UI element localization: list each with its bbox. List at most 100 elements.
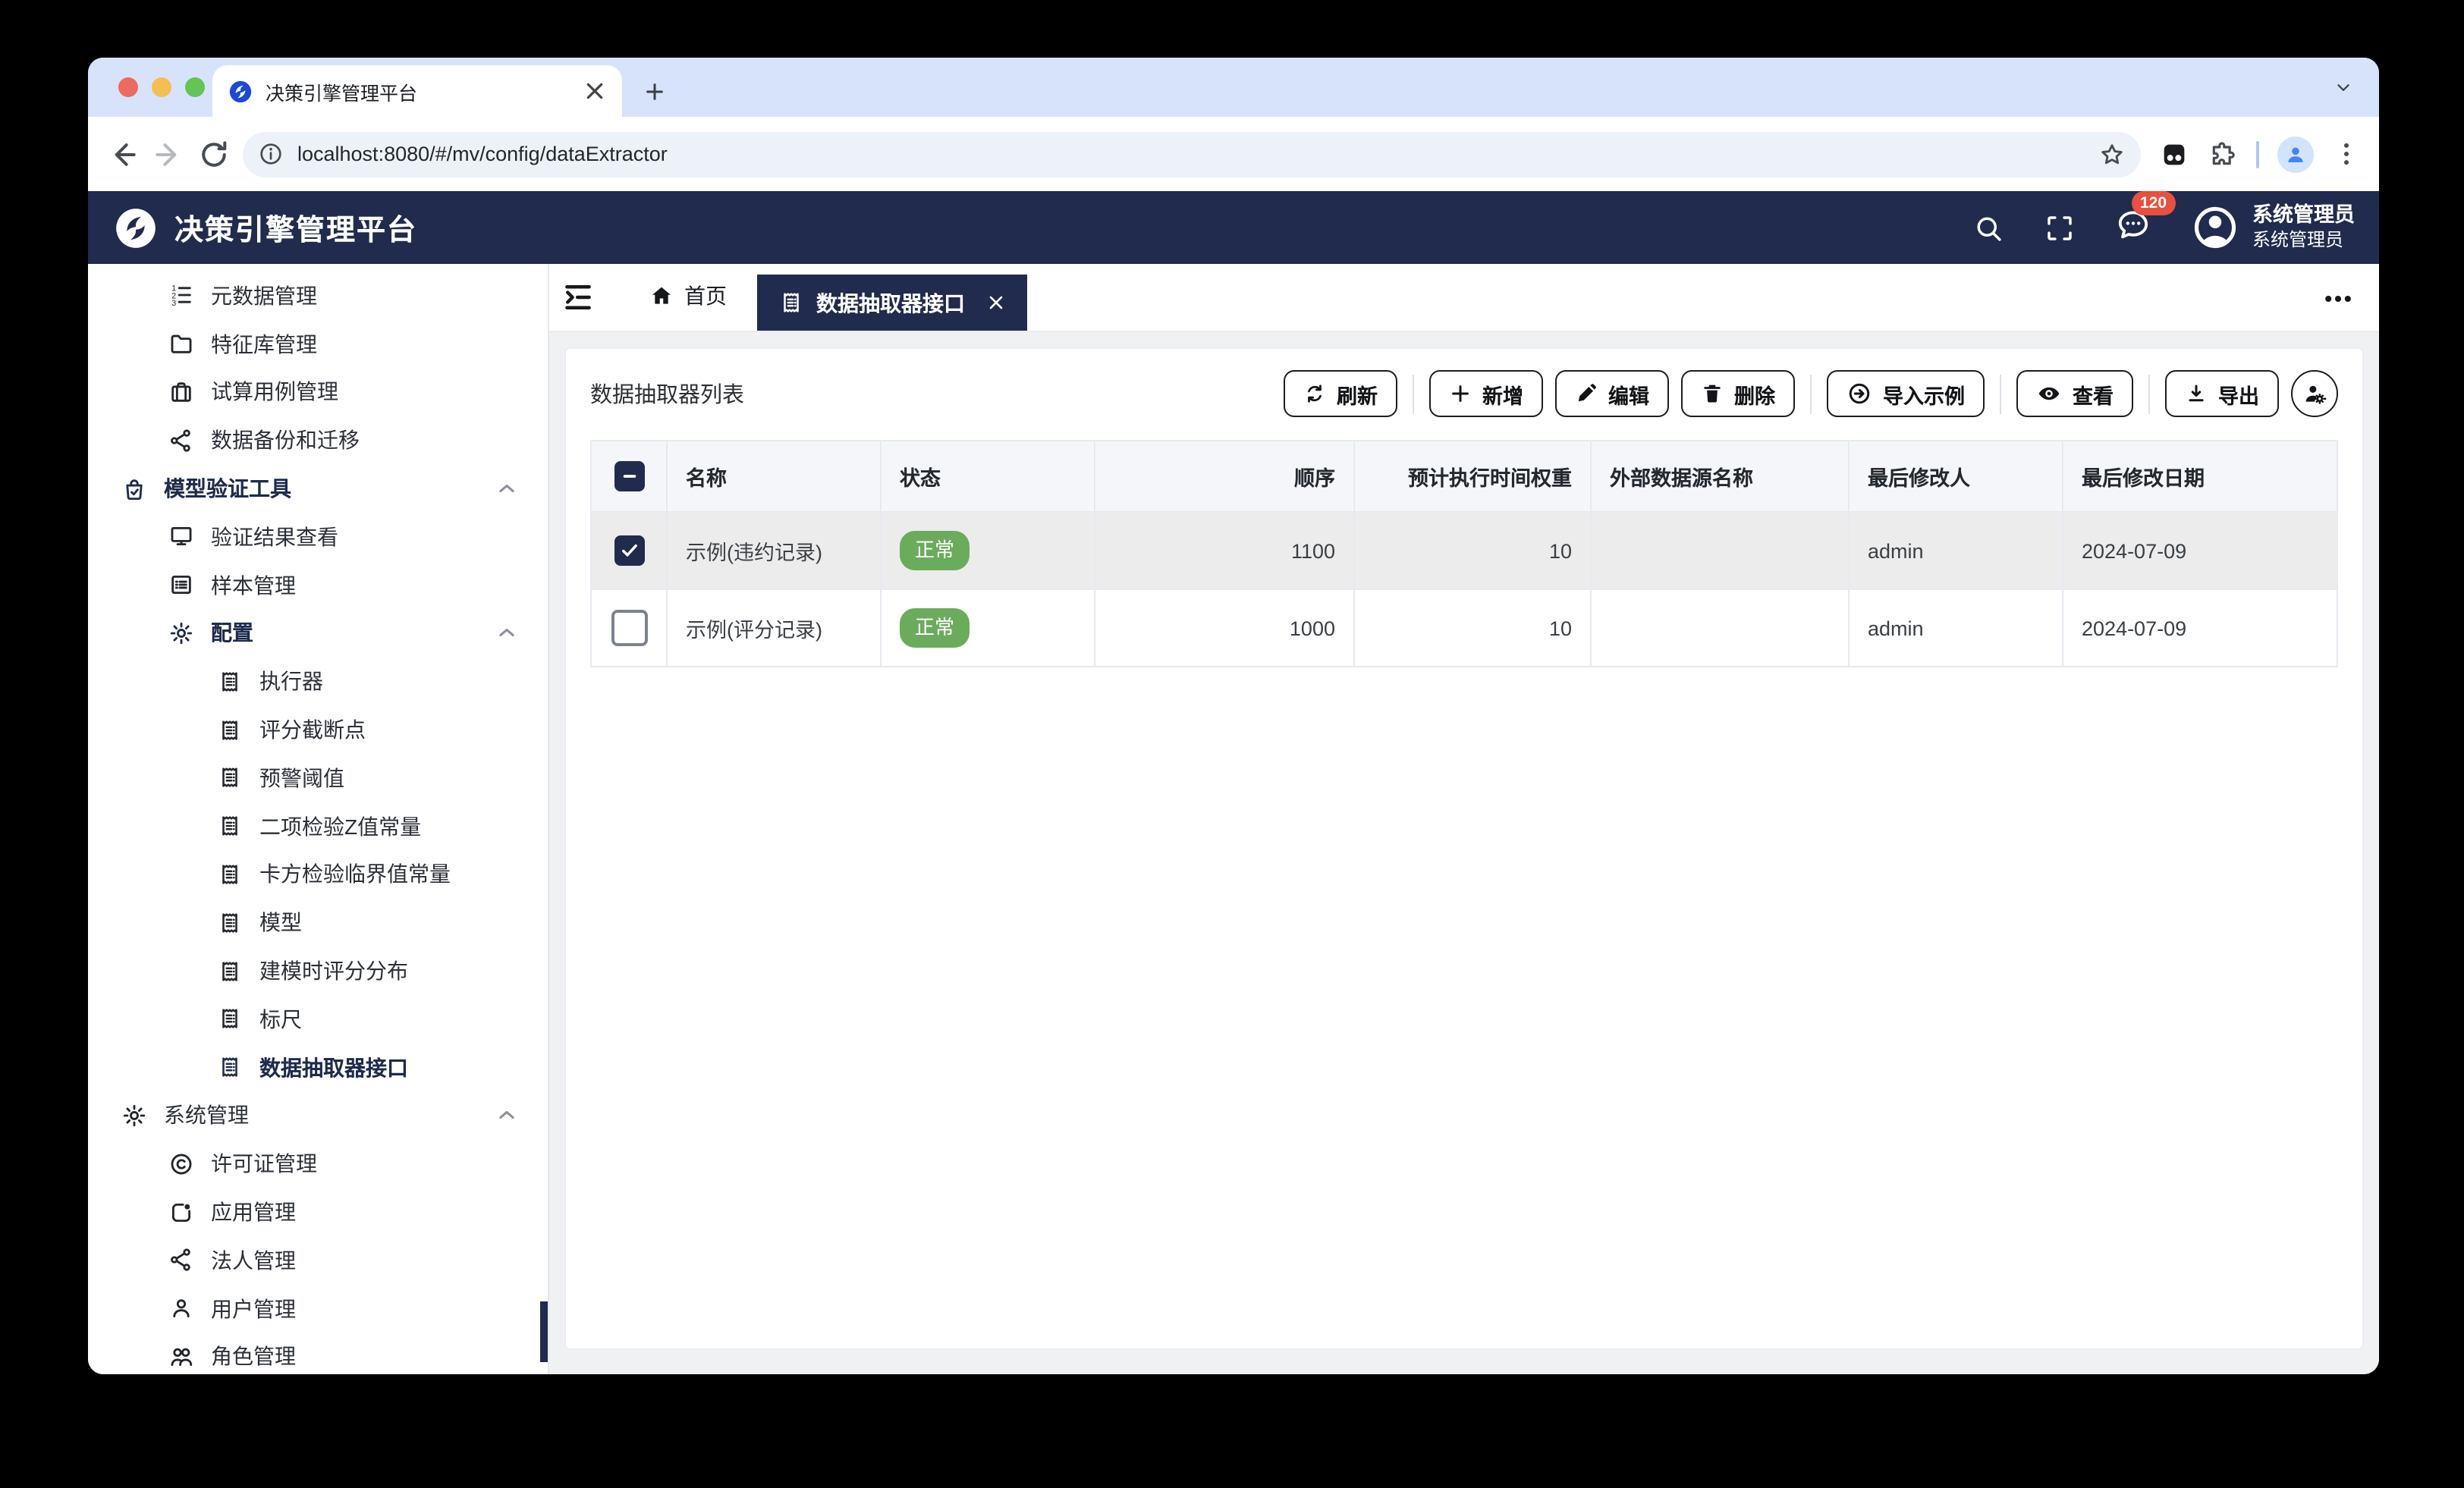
sidebar-item-license-mgmt[interactable]: 许可证管理 bbox=[88, 1140, 548, 1188]
cell-status: 正常 bbox=[880, 589, 1095, 667]
receipt-icon bbox=[217, 813, 243, 839]
sidebar-item-ruler[interactable]: 标尺 bbox=[88, 995, 548, 1044]
browser-menu-kebab-icon[interactable] bbox=[2332, 140, 2361, 168]
sidebar-group-label: 配置 bbox=[211, 620, 253, 645]
sidebar-item-application-mgmt[interactable]: 应用管理 bbox=[88, 1188, 548, 1236]
column-settings-button[interactable] bbox=[2291, 370, 2338, 417]
row-checkbox-unchecked[interactable] bbox=[611, 610, 647, 646]
tab-search-chevron-icon[interactable] bbox=[2329, 73, 2358, 102]
sidebar-group-model-validation-tools[interactable]: 模型验证工具 bbox=[88, 464, 548, 513]
sidebar-group-system-mgmt[interactable]: 系统管理 bbox=[88, 1091, 548, 1140]
site-info-icon[interactable] bbox=[258, 141, 284, 167]
extension-shortcut-icon[interactable] bbox=[2159, 139, 2189, 169]
url-text[interactable]: localhost:8080/#/mv/config/dataExtractor bbox=[297, 143, 2085, 165]
sidebar-item-label: 建模时评分分布 bbox=[259, 959, 408, 984]
sidebar-item-trial-case-mgmt[interactable]: 试算用例管理 bbox=[88, 368, 548, 416]
sidebar-item-data-backup-migration[interactable]: 数据备份和迁移 bbox=[88, 416, 548, 465]
app-title: 决策引擎管理平台 bbox=[174, 215, 418, 246]
share-icon bbox=[168, 428, 194, 454]
tab-data-extractor-interface[interactable]: 数据抽取器接口 bbox=[757, 275, 1027, 331]
sidebar-item-label: 验证结果查看 bbox=[211, 524, 338, 549]
data-extractor-table: 名称 状态 顺序 预计执行时间权重 外部数据源名称 最后修改人 最后修改日期 示… bbox=[590, 440, 2338, 667]
close-icon[interactable] bbox=[986, 293, 1006, 312]
tab-more-icon[interactable] bbox=[2321, 282, 2355, 315]
col-header-weight: 预计执行时间权重 bbox=[1353, 440, 1592, 513]
address-bar[interactable]: localhost:8080/#/mv/config/dataExtractor bbox=[243, 131, 2141, 177]
minimize-window-button[interactable] bbox=[152, 77, 171, 97]
browser-tab-title: 决策引擎管理平台 bbox=[266, 83, 418, 104]
add-button[interactable]: 新增 bbox=[1429, 370, 1543, 417]
extensions-puzzle-icon[interactable] bbox=[2208, 139, 2238, 169]
app-icon bbox=[168, 1199, 194, 1225]
list-box-icon bbox=[168, 572, 194, 598]
forward-icon[interactable] bbox=[152, 137, 185, 171]
close-window-button[interactable] bbox=[118, 77, 138, 97]
user-menu[interactable]: 系统管理员 系统管理员 bbox=[2190, 203, 2355, 252]
toolbar-divider bbox=[2256, 140, 2259, 168]
browser-profile-avatar[interactable] bbox=[2277, 136, 2314, 172]
sidebar-item-label: 卡方检验临界值常量 bbox=[259, 862, 451, 887]
receipt-icon bbox=[778, 290, 804, 315]
back-icon[interactable] bbox=[106, 137, 140, 171]
browser-tab[interactable]: 决策引擎管理平台 bbox=[212, 65, 622, 117]
col-header-status: 状态 bbox=[880, 440, 1095, 513]
sidebar-item-metadata-mgmt[interactable]: 元数据管理 bbox=[88, 272, 548, 320]
col-header-modified-date: 最后修改日期 bbox=[2062, 440, 2338, 513]
delete-button-label: 删除 bbox=[1734, 385, 1775, 407]
receipt-icon bbox=[217, 1006, 243, 1032]
new-tab-button[interactable] bbox=[634, 71, 674, 111]
sidebar-selected-indicator bbox=[540, 1301, 548, 1362]
sidebar-item-label: 执行器 bbox=[259, 669, 323, 694]
tab-home[interactable]: 首页 bbox=[649, 281, 727, 311]
sidebar: 元数据管理 特征库管理 试算用例管理 数据备份和迁移 模型验证工具 验证结果查看… bbox=[88, 264, 549, 1374]
sidebar-item-label: 用户管理 bbox=[211, 1296, 296, 1321]
reload-icon[interactable] bbox=[197, 137, 231, 171]
import-sample-button[interactable]: 导入示例 bbox=[1827, 370, 1985, 417]
sidebar-item-validation-results[interactable]: 验证结果查看 bbox=[88, 513, 548, 561]
fullscreen-icon[interactable] bbox=[2043, 212, 2075, 243]
view-button[interactable]: 查看 bbox=[2016, 370, 2133, 417]
cell-modified-by: admin bbox=[1848, 589, 2063, 667]
ordered-list-icon bbox=[168, 283, 194, 309]
search-icon[interactable] bbox=[1972, 212, 2004, 243]
sidebar-item-warning-threshold[interactable]: 预警阈值 bbox=[88, 754, 548, 802]
sidebar-item-user-mgmt[interactable]: 用户管理 bbox=[88, 1284, 548, 1333]
zoom-window-button[interactable] bbox=[185, 77, 205, 97]
sidebar-item-score-cutoff[interactable]: 评分截断点 bbox=[88, 705, 548, 754]
sidebar-item-data-extractor-interface[interactable]: 数据抽取器接口 bbox=[88, 1044, 548, 1092]
messages-button[interactable]: 120 bbox=[2114, 190, 2176, 250]
export-button[interactable]: 导出 bbox=[2165, 370, 2279, 417]
sidebar-fold-icon[interactable] bbox=[561, 281, 595, 314]
delete-button[interactable]: 删除 bbox=[1681, 370, 1795, 417]
sidebar-item-label: 数据备份和迁移 bbox=[211, 428, 360, 453]
tab-close-icon[interactable] bbox=[583, 79, 607, 103]
sidebar-item-executor[interactable]: 执行器 bbox=[88, 658, 548, 706]
cell-weight: 10 bbox=[1353, 589, 1592, 667]
sidebar-item-modeling-score-distribution[interactable]: 建模时评分分布 bbox=[88, 946, 548, 995]
receipt-icon bbox=[217, 1054, 243, 1080]
table-row[interactable]: 示例(违约记录) 正常 1100 10 admin 2024-07-09 bbox=[590, 511, 2338, 590]
sidebar-item-feature-lib-mgmt[interactable]: 特征库管理 bbox=[88, 320, 548, 369]
app-header: 决策引擎管理平台 120 系统管理员 系统管理员 bbox=[88, 190, 2379, 264]
row-checkbox-checked[interactable] bbox=[614, 535, 644, 566]
edit-button[interactable]: 编辑 bbox=[1555, 370, 1669, 417]
sidebar-item-role-mgmt[interactable]: 角色管理 bbox=[88, 1333, 548, 1374]
share-icon bbox=[168, 1248, 194, 1273]
page-tab-bar: 首页 数据抽取器接口 bbox=[549, 264, 2379, 332]
sidebar-group-config[interactable]: 配置 bbox=[88, 609, 548, 658]
tab-active-label: 数据抽取器接口 bbox=[816, 290, 965, 315]
select-all-checkbox[interactable] bbox=[614, 461, 644, 491]
sidebar-item-binomial-z-constant[interactable]: 二项检验Z值常量 bbox=[88, 802, 548, 851]
bookmark-star-icon[interactable] bbox=[2098, 140, 2126, 168]
sidebar-item-chisquare-critical-constant[interactable]: 卡方检验临界值常量 bbox=[88, 850, 548, 899]
sidebar-item-label: 样本管理 bbox=[211, 573, 296, 598]
sidebar-item-legal-entity-mgmt[interactable]: 法人管理 bbox=[88, 1236, 548, 1285]
sidebar-item-model[interactable]: 模型 bbox=[88, 899, 548, 947]
sidebar-item-label: 评分截断点 bbox=[259, 717, 366, 742]
window-controls[interactable] bbox=[118, 77, 205, 97]
table-row[interactable]: 示例(评分记录) 正常 1000 10 admin 2024-07-09 bbox=[590, 589, 2338, 667]
row-select-cell bbox=[590, 511, 668, 590]
refresh-icon bbox=[1303, 382, 1326, 405]
sidebar-item-sample-mgmt[interactable]: 样本管理 bbox=[88, 561, 548, 610]
refresh-button[interactable]: 刷新 bbox=[1284, 370, 1397, 417]
